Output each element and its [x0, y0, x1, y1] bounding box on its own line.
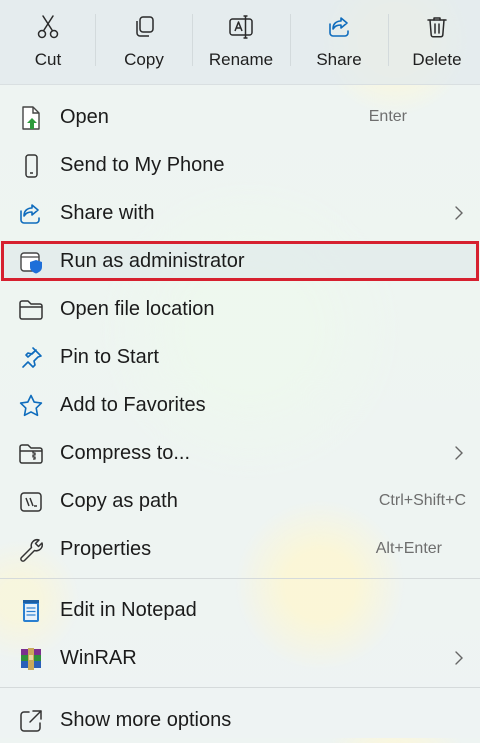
pin-icon [18, 345, 44, 371]
menu-item-label: Edit in Notepad [60, 598, 197, 621]
scissors-icon [35, 13, 61, 41]
menu-item-label: Open file location [60, 297, 215, 320]
notepad-icon [18, 598, 44, 624]
rename-button[interactable]: Rename [193, 0, 289, 84]
menu-item-show-more-options[interactable]: Show more options [0, 697, 480, 743]
chevron-right-icon [455, 206, 463, 220]
wrench-icon [18, 537, 44, 563]
chevron-right-icon [455, 446, 463, 460]
menu-item-run-as-administrator[interactable]: Run as administrator [0, 238, 480, 284]
share-label: Share [316, 50, 362, 69]
trash-icon [424, 13, 450, 41]
menu-item-label: Show more options [60, 708, 232, 731]
menu-item-properties[interactable]: Properties Alt+Enter [0, 526, 480, 572]
menu-item-send-to-phone[interactable]: Send to My Phone [0, 142, 480, 188]
copy-path-icon [18, 489, 44, 515]
menu-item-label: Pin to Start [60, 345, 159, 368]
menu-item-add-to-favorites[interactable]: Add to Favorites [0, 382, 480, 428]
zip-folder-icon [18, 441, 44, 467]
cut-label: Cut [34, 50, 62, 69]
menu-item-edit-in-notepad[interactable]: Edit in Notepad [0, 587, 480, 633]
delete-button[interactable]: Delete [389, 0, 480, 84]
menu-item-label: Copy as path [60, 489, 178, 512]
share-button[interactable]: Share [291, 0, 387, 84]
menu-item-label: WinRAR [60, 646, 137, 669]
copy-label: Copy [124, 50, 164, 69]
menu-item-shortcut: Alt+Enter [375, 540, 442, 557]
delete-label: Delete [412, 50, 462, 69]
menu-item-pin-to-start[interactable]: Pin to Start [0, 334, 480, 380]
menu-item-label: Open [60, 105, 109, 128]
show-more-icon [18, 708, 44, 734]
menu-divider [0, 687, 480, 688]
menu-item-label: Run as administrator [60, 249, 245, 272]
phone-icon [18, 153, 44, 179]
rename-icon [227, 13, 255, 41]
menu-item-label: Share with [60, 201, 155, 224]
menu-divider [0, 578, 480, 579]
shield-icon [18, 249, 44, 275]
context-menu-toolbar: Cut Copy Rename Share Delete [0, 0, 480, 85]
winrar-icon [18, 646, 44, 672]
open-file-icon [18, 105, 44, 131]
folder-icon [18, 297, 44, 323]
menu-item-compress-to[interactable]: Compress to... [0, 430, 480, 476]
cut-button[interactable]: Cut [0, 0, 96, 84]
chevron-right-icon [455, 651, 463, 665]
star-icon [18, 393, 44, 419]
share-with-icon [18, 201, 44, 227]
menu-item-share-with[interactable]: Share with [0, 190, 480, 236]
menu-item-label: Send to My Phone [60, 153, 225, 176]
menu-item-copy-as-path[interactable]: Copy as path Ctrl+Shift+C [0, 478, 480, 524]
rename-label: Rename [208, 50, 274, 69]
copy-icon [131, 13, 157, 41]
menu-item-open[interactable]: Open Enter [0, 94, 480, 140]
menu-item-open-file-location[interactable]: Open file location [0, 286, 480, 332]
menu-item-label: Compress to... [60, 441, 191, 464]
menu-item-winrar[interactable]: WinRAR [0, 635, 480, 681]
menu-item-label: Add to Favorites [60, 393, 206, 416]
menu-item-shortcut: Ctrl+Shift+C [378, 492, 466, 509]
menu-item-shortcut: Enter [368, 108, 407, 125]
share-icon [326, 13, 352, 41]
menu-item-label: Properties [60, 537, 152, 560]
copy-button[interactable]: Copy [96, 0, 192, 84]
